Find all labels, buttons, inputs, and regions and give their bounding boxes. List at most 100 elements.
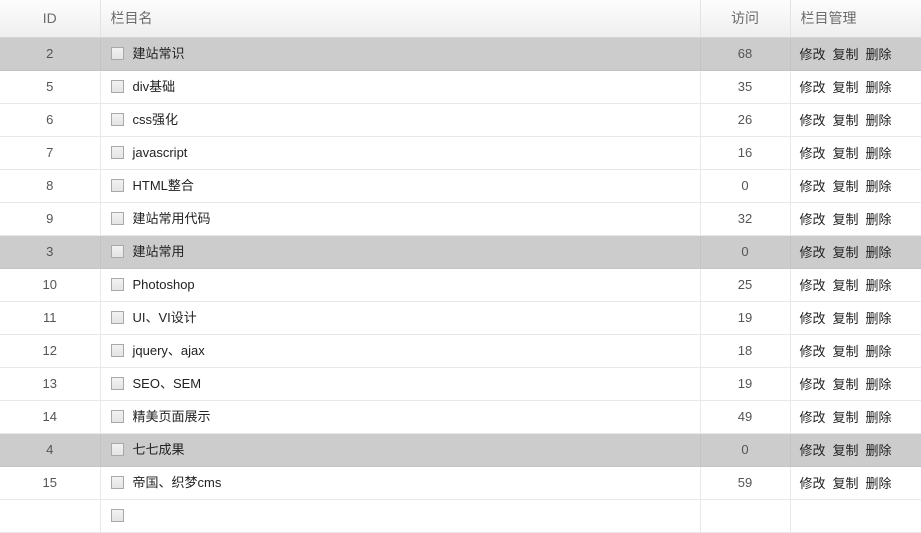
row-select-checkbox[interactable] [111, 509, 124, 522]
table-row[interactable]: 5div基础35修改复制删除 [0, 70, 921, 103]
cell-visits: 59 [700, 466, 790, 499]
row-select-checkbox[interactable] [111, 80, 124, 93]
edit-link[interactable]: 修改 [800, 242, 826, 261]
table-row[interactable]: 6css强化26修改复制删除 [0, 103, 921, 136]
cell-manage [790, 499, 921, 532]
cell-manage: 修改复制删除 [790, 70, 921, 103]
row-select-checkbox[interactable] [111, 113, 124, 126]
table-row[interactable]: 10Photoshop25修改复制删除 [0, 268, 921, 301]
edit-link[interactable]: 修改 [800, 341, 826, 360]
copy-link[interactable]: 复制 [833, 143, 859, 162]
table-row[interactable]: 8HTML整合0修改复制删除 [0, 169, 921, 202]
edit-link[interactable]: 修改 [800, 440, 826, 459]
table-row[interactable]: 12jquery、ajax18修改复制删除 [0, 334, 921, 367]
name-cell-content: 建站常识 [111, 47, 700, 60]
delete-link[interactable]: 删除 [866, 275, 892, 294]
row-select-checkbox[interactable] [111, 443, 124, 456]
delete-link[interactable]: 删除 [866, 209, 892, 228]
copy-link[interactable]: 复制 [833, 176, 859, 195]
table-row[interactable]: 3建站常用0修改复制删除 [0, 235, 921, 268]
cell-visits: 68 [700, 37, 790, 70]
table-row[interactable]: 2 建站常识68 修改复制删除 [0, 37, 921, 70]
copy-link[interactable]: 复制 [833, 473, 859, 492]
name-cell-content: SEO、SEM [111, 377, 700, 390]
manage-actions: 修改复制删除 [800, 77, 921, 96]
cell-visits: 32 [700, 202, 790, 235]
copy-link[interactable]: 复制 [833, 242, 859, 261]
table-header-row: ID 栏目名 访问 栏目管理 [0, 0, 921, 37]
delete-link[interactable]: 删除 [866, 77, 892, 96]
edit-link[interactable]: 修改 [800, 77, 826, 96]
cell-id: 3 [0, 235, 100, 268]
row-select-checkbox[interactable] [111, 47, 124, 60]
row-select-checkbox[interactable] [111, 212, 124, 225]
table-row[interactable]: 7javascript16修改复制删除 [0, 136, 921, 169]
cell-manage: 修改复制删除 [790, 400, 921, 433]
table-row[interactable]: 14精美页面展示49修改复制删除 [0, 400, 921, 433]
copy-link[interactable]: 复制 [833, 275, 859, 294]
delete-link[interactable]: 删除 [866, 374, 892, 393]
table-row[interactable]: 15帝国、织梦cms59修改复制删除 [0, 466, 921, 499]
delete-link[interactable]: 删除 [866, 407, 892, 426]
cell-id: 10 [0, 268, 100, 301]
table-row[interactable]: 9建站常用代码32修改复制删除 [0, 202, 921, 235]
edit-link[interactable]: 修改 [800, 407, 826, 426]
row-select-checkbox[interactable] [111, 146, 124, 159]
copy-link[interactable]: 复制 [833, 110, 859, 129]
table-row[interactable]: 4七七成果0修改复制删除 [0, 433, 921, 466]
edit-link[interactable]: 修改 [800, 374, 826, 393]
name-cell-content [111, 509, 700, 522]
edit-link[interactable]: 修改 [800, 176, 826, 195]
cell-visits: 49 [700, 400, 790, 433]
edit-link[interactable]: 修改 [800, 308, 826, 327]
copy-link[interactable]: 复制 [833, 341, 859, 360]
copy-link[interactable]: 复制 [833, 407, 859, 426]
column-header-id[interactable]: ID [0, 0, 100, 37]
manage-actions: 修改复制删除 [800, 374, 921, 393]
delete-link[interactable]: 删除 [866, 110, 892, 129]
edit-link[interactable]: 修改 [800, 110, 826, 129]
delete-link[interactable]: 删除 [866, 143, 892, 162]
edit-link[interactable]: 修改 [800, 275, 826, 294]
delete-link[interactable]: 删除 [866, 44, 892, 63]
delete-link[interactable]: 删除 [866, 176, 892, 195]
category-name-label: UI、VI设计 [133, 311, 197, 324]
row-select-checkbox[interactable] [111, 179, 124, 192]
edit-link[interactable]: 修改 [800, 473, 826, 492]
row-select-checkbox[interactable] [111, 410, 124, 423]
cell-visits: 18 [700, 334, 790, 367]
cell-id: 2 [0, 37, 100, 70]
edit-link[interactable]: 修改 [800, 209, 826, 228]
delete-link[interactable]: 删除 [866, 473, 892, 492]
delete-link[interactable]: 删除 [866, 308, 892, 327]
table-row[interactable]: 13SEO、SEM19修改复制删除 [0, 367, 921, 400]
cell-id: 5 [0, 70, 100, 103]
table-row[interactable]: 11UI、VI设计19修改复制删除 [0, 301, 921, 334]
cell-name: 精美页面展示 [100, 400, 700, 433]
copy-link[interactable]: 复制 [833, 77, 859, 96]
edit-link[interactable]: 修改 [800, 44, 826, 63]
table-row[interactable] [0, 499, 921, 532]
row-select-checkbox[interactable] [111, 245, 124, 258]
copy-link[interactable]: 复制 [833, 44, 859, 63]
column-header-name[interactable]: 栏目名 [100, 0, 700, 37]
copy-link[interactable]: 复制 [833, 440, 859, 459]
row-select-checkbox[interactable] [111, 476, 124, 489]
cell-manage: 修改复制删除 [790, 202, 921, 235]
manage-actions: 修改复制删除 [800, 275, 921, 294]
delete-link[interactable]: 删除 [866, 440, 892, 459]
row-select-checkbox[interactable] [111, 344, 124, 357]
edit-link[interactable]: 修改 [800, 143, 826, 162]
copy-link[interactable]: 复制 [833, 308, 859, 327]
row-select-checkbox[interactable] [111, 377, 124, 390]
copy-link[interactable]: 复制 [833, 209, 859, 228]
cell-manage: 修改复制删除 [790, 433, 921, 466]
manage-actions: 修改复制删除 [800, 440, 921, 459]
column-header-visits[interactable]: 访问 [700, 0, 790, 37]
row-select-checkbox[interactable] [111, 278, 124, 291]
delete-link[interactable]: 删除 [866, 341, 892, 360]
copy-link[interactable]: 复制 [833, 374, 859, 393]
row-select-checkbox[interactable] [111, 311, 124, 324]
delete-link[interactable]: 删除 [866, 242, 892, 261]
column-header-manage: 栏目管理 [790, 0, 921, 37]
